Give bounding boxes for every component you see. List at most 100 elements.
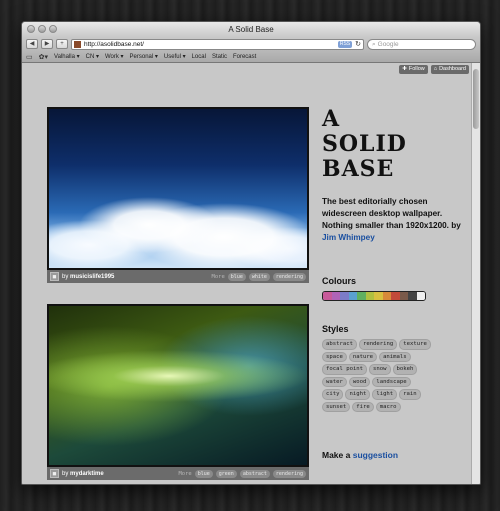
style-tag[interactable]: water (322, 376, 347, 387)
colour-swatch[interactable] (408, 292, 417, 300)
site-favicon-icon (74, 40, 81, 48)
wallpaper-meta: ◼ by mydarktime More blue green abstract… (47, 467, 309, 480)
plus-icon: + (60, 41, 64, 47)
style-tag[interactable]: rendering (358, 339, 398, 350)
search-placeholder: Google (377, 40, 399, 48)
top-actions: ✚ Follow ⌂ Dashboard (399, 65, 469, 74)
colour-swatch[interactable] (348, 292, 357, 300)
search-icon: ⌕ (372, 40, 376, 48)
style-tag[interactable]: abstract (322, 339, 357, 350)
dashboard-button[interactable]: ⌂ Dashboard (430, 65, 469, 74)
style-tag[interactable]: fire (352, 401, 374, 412)
wallpaper-card: ◼ by mydarktime More blue green abstract… (47, 304, 309, 480)
add-bookmark-button[interactable]: + (56, 39, 68, 49)
back-arrow-icon: ◀ (29, 41, 35, 47)
bookmark-static[interactable]: Static (212, 54, 227, 60)
forward-button[interactable]: ▶ (41, 39, 53, 49)
colour-swatch[interactable] (391, 292, 400, 300)
logo-line: A (322, 106, 341, 132)
style-tag[interactable]: focal point (322, 364, 368, 375)
wallpaper-image-clouds[interactable] (47, 107, 309, 270)
address-bar[interactable]: http://asolidbase.net/ RSS ↻ (71, 38, 364, 50)
wallpaper-card: ◼ by musicislife1995 More blue white ren… (47, 107, 309, 283)
tag-white[interactable]: white (248, 272, 270, 281)
author-link[interactable]: Jim Whimpey (322, 233, 375, 242)
back-button[interactable]: ◀ (26, 39, 38, 49)
site-logo[interactable]: A SOLID BASE (322, 107, 462, 182)
author-name[interactable]: mydarktime (70, 471, 104, 477)
gear-icon[interactable]: ✿▾ (39, 53, 48, 61)
colour-swatch[interactable] (340, 292, 349, 300)
minimize-window-button[interactable] (38, 25, 46, 33)
colour-swatch[interactable] (374, 292, 383, 300)
vertical-scrollbar[interactable] (471, 63, 480, 484)
bookmark-forecast[interactable]: Forecast (233, 54, 256, 60)
avatar[interactable]: ◼ (50, 272, 59, 281)
colour-swatch[interactable] (323, 292, 332, 300)
suggest-text: Make a (322, 450, 353, 460)
wallpaper-image-abstract[interactable] (47, 304, 309, 467)
zoom-window-button[interactable] (49, 25, 57, 33)
scrollbar-thumb[interactable] (473, 69, 479, 129)
style-tag[interactable]: nature (348, 351, 378, 362)
logo-line: SOLID (322, 131, 407, 157)
close-window-button[interactable] (27, 25, 35, 33)
description-text: The best editorially chosen widescreen d… (322, 197, 461, 230)
tag-green[interactable]: green (215, 469, 237, 478)
bookmarks-bar: ▭ ✿▾ Valhalla ▾ CN ▾ Work ▾ Personal ▾ U… (22, 51, 480, 63)
style-tag[interactable]: macro (375, 401, 401, 412)
style-tag[interactable]: night (345, 389, 371, 400)
sidebar: A SOLID BASE The best editorially chosen… (322, 107, 462, 460)
colour-swatch[interactable] (382, 292, 391, 300)
bookmark-useful[interactable]: Useful ▾ (164, 53, 186, 60)
wallpaper-meta: ◼ by musicislife1995 More blue white ren… (47, 270, 309, 283)
search-field[interactable]: ⌕ Google (367, 38, 476, 50)
colour-swatch[interactable] (399, 292, 408, 300)
bookmark-work[interactable]: Work ▾ (105, 53, 124, 60)
colour-swatch[interactable] (331, 292, 340, 300)
colour-swatch[interactable] (416, 292, 425, 300)
window-controls (27, 25, 57, 33)
style-tag[interactable]: space (322, 351, 347, 362)
styles-tag-list: abstract rendering texture space nature anima… (322, 339, 434, 412)
author-name[interactable]: musicislife1995 (70, 274, 114, 280)
follow-label: Follow (408, 66, 425, 72)
home-icon: ⌂ (433, 66, 438, 72)
tag-blue[interactable]: blue (227, 272, 246, 281)
style-tag[interactable]: animals (379, 351, 411, 362)
suggestion-link[interactable]: suggestion (353, 450, 398, 460)
colour-swatch[interactable] (365, 292, 374, 300)
style-tag[interactable]: sunset (322, 401, 351, 412)
style-tag[interactable]: snow (369, 364, 391, 375)
url-text: http://asolidbase.net/ (84, 40, 144, 48)
bookmark-valhalla[interactable]: Valhalla ▾ (54, 53, 80, 60)
style-tag[interactable]: city (322, 389, 344, 400)
open-book-icon[interactable]: ▭ (26, 53, 33, 61)
tag-abstract[interactable]: abstract (239, 469, 270, 478)
bookmark-local[interactable]: Local (192, 54, 206, 60)
avatar[interactable]: ◼ (50, 469, 59, 478)
styles-heading: Styles (322, 324, 349, 334)
tag-blue[interactable]: blue (194, 469, 213, 478)
browser-toolbar: ◀ ▶ + http://asolidbase.net/ RSS ↻ ⌕ Goo… (22, 37, 480, 51)
style-tag[interactable]: rain (399, 389, 421, 400)
plus-icon: ✚ (402, 66, 407, 72)
more-label: More (178, 470, 192, 477)
reload-icon[interactable]: ↻ (355, 40, 361, 49)
tag-rendering[interactable]: rendering (272, 469, 306, 478)
style-tag[interactable]: texture (399, 339, 431, 350)
suggestion-line: Make a suggestion (322, 450, 462, 460)
style-tag[interactable]: bokeh (392, 364, 418, 375)
style-tag[interactable]: wood (348, 376, 371, 387)
title-bar: A Solid Base (22, 22, 480, 37)
follow-button[interactable]: ✚ Follow (399, 65, 428, 74)
style-tag[interactable]: landscape (372, 376, 411, 387)
colour-swatch[interactable] (357, 292, 366, 300)
rss-button[interactable]: RSS (337, 40, 353, 48)
colours-heading: Colours (322, 276, 357, 286)
tag-rendering[interactable]: rendering (272, 272, 306, 281)
style-tag[interactable]: light (372, 389, 398, 400)
bookmark-cn[interactable]: CN ▾ (86, 53, 99, 60)
more-label: More (211, 273, 225, 280)
bookmark-personal[interactable]: Personal ▾ (130, 53, 158, 60)
